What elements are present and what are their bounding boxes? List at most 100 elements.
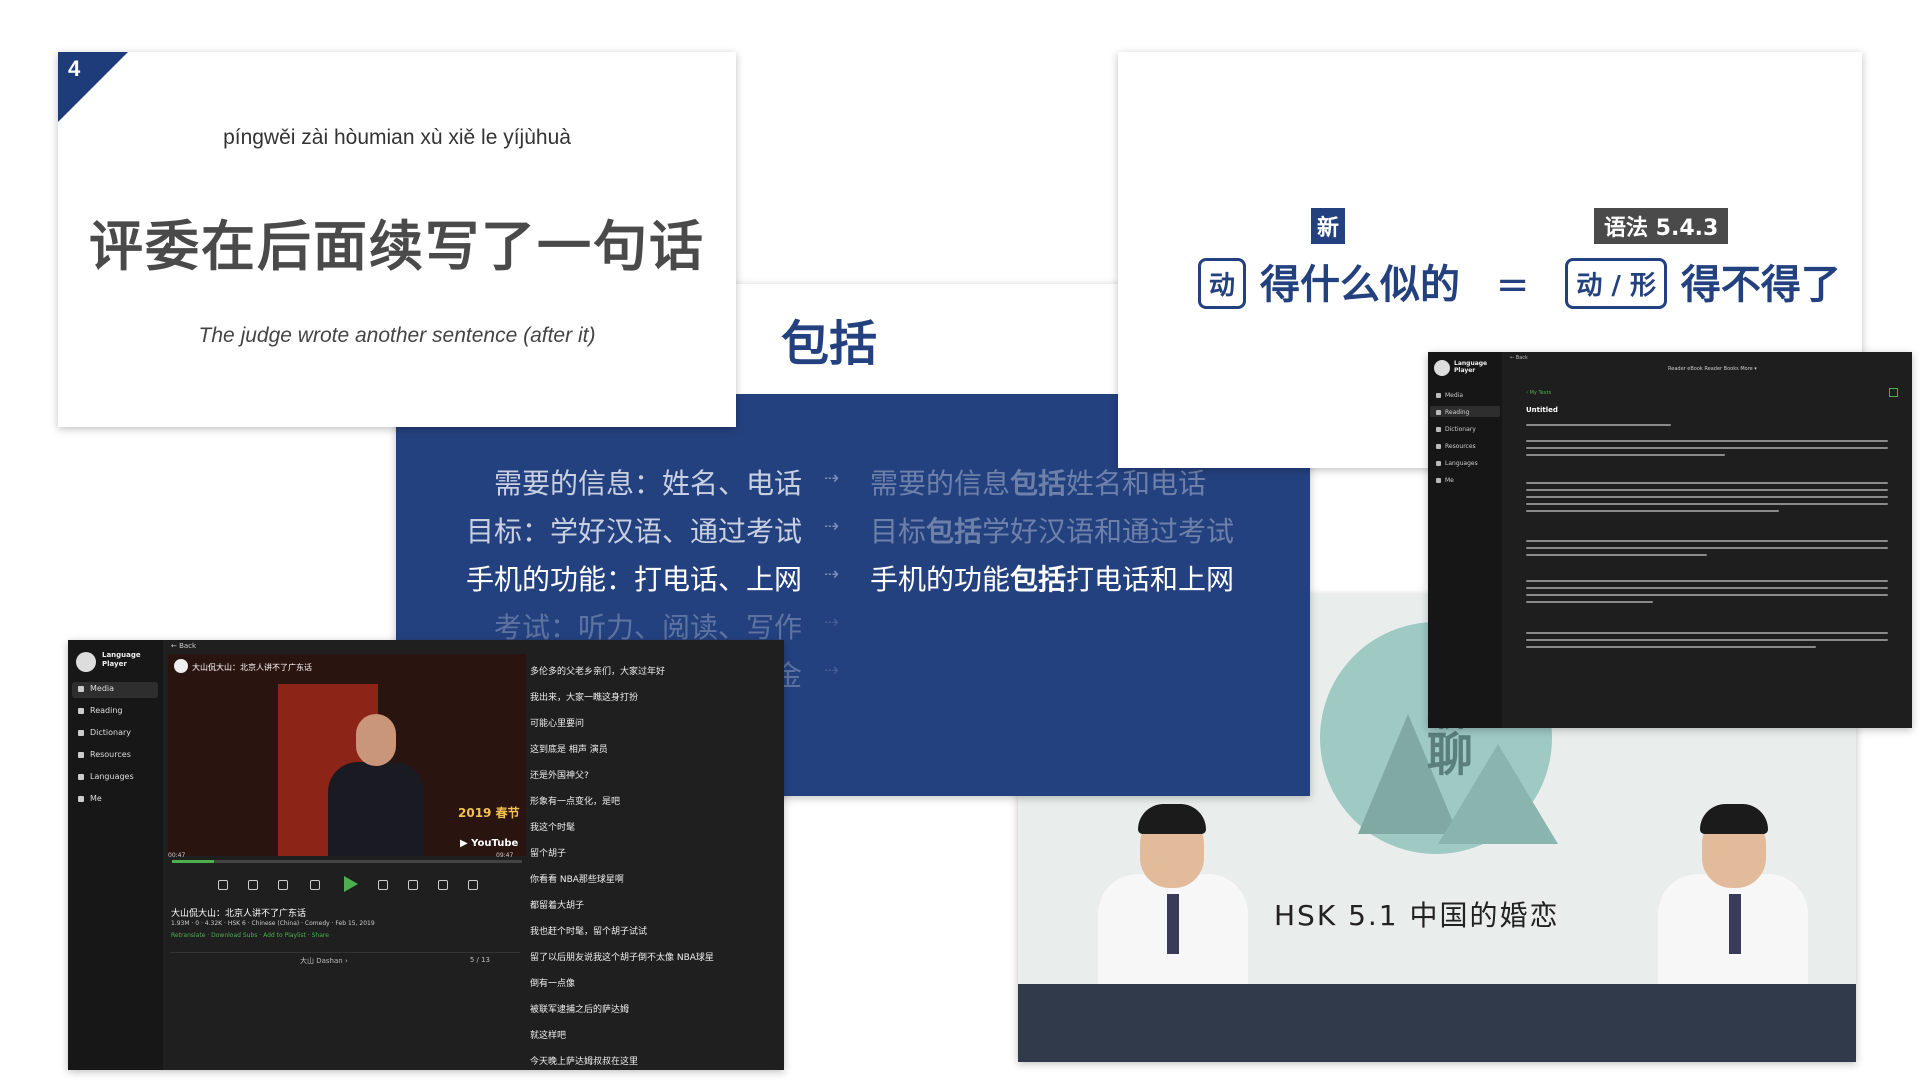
grammar-example-row: 手机的功能：打电话、上网 ⇢ 手机的功能包括打电话和上网 (396, 558, 1310, 598)
subtitle-text: 可能心里要问 (530, 719, 585, 729)
progress-bar[interactable] (172, 860, 522, 863)
grammar-example-row: 目标：学好汉语、通过考试 ⇢ 目标包括学好汉语和通过考试 (396, 510, 1310, 550)
subtitle-line[interactable]: 被联军逮捕之后的萨达姆 (530, 996, 780, 1022)
subtitle-line[interactable]: 今天晚上萨达姆叔叔在这里 (530, 1048, 780, 1070)
subtitle-text: 多伦多的父老乡亲们，大家过年好 (530, 667, 666, 677)
dotted-arrow-icon: ⇢ (824, 564, 840, 585)
sidebar-item-languages[interactable]: Languages (78, 772, 134, 781)
subtitle-line[interactable]: 我出来，大家一瞧这身打扮 (530, 684, 780, 710)
subtitle-line[interactable]: 留了以后朋友说我这个胡子倒不太像 NBA球星 (530, 944, 780, 970)
sidebar-item-resources[interactable]: Resources (78, 750, 131, 759)
performer-body (328, 762, 424, 856)
video-meta: 1.93M · 0 · 4.32K · HSK 6 · Chinese (Chi… (171, 920, 375, 927)
app-brand: Language Player (1454, 360, 1488, 374)
subtitle-line[interactable]: 倒有一点像 (530, 970, 780, 996)
subtitle-line[interactable]: 还是外国神父? (530, 762, 780, 788)
progress-fill (172, 860, 214, 863)
sidebar-item-me[interactable]: Me (1436, 477, 1454, 484)
sidebar-icon (78, 685, 84, 692)
subtitle-line[interactable]: 我也赶个时髦，留个胡子试试 (530, 918, 780, 944)
subtitle-line[interactable]: 留个胡子 (530, 840, 780, 866)
sidebar: Language Player Media Reading Dictionary Res… (68, 640, 163, 1070)
heart-icon[interactable] (248, 880, 258, 890)
sidebar-item-label: Languages (90, 772, 134, 781)
sidebar-item-languages[interactable]: Languages (1436, 460, 1478, 467)
subtitle-text: 留了以后朋友说我这个胡子倒不太像 NBA球星 (530, 953, 714, 963)
app-brand: Language Player (102, 651, 141, 668)
sidebar-item-label: Dictionary (1445, 426, 1476, 433)
result-suffix: 打电话和上网 (1066, 563, 1235, 596)
subtitle-line[interactable]: 多伦多的父老乡亲们，大家过年好 (530, 658, 780, 684)
sidebar-icon (1436, 410, 1441, 415)
document-title: Untitled (1526, 406, 1558, 414)
pinyin-ruby (530, 996, 780, 1002)
subtitle-text: 形象有一点变化，是吧 (530, 797, 621, 807)
total-time: 09:47 (496, 852, 514, 859)
subtitle-line[interactable]: 你看看 NBA那些球星啊 (530, 866, 780, 892)
loop-icon[interactable] (218, 880, 228, 890)
subtitle-line[interactable]: 这到底是 相声 演员 (530, 736, 780, 762)
previous-icon[interactable] (278, 880, 288, 890)
pinyin-ruby (530, 840, 780, 846)
pinyin-text: píngwěi zài hòumian xù xiě le yíjùhuà (223, 126, 571, 149)
gear-icon[interactable] (468, 880, 478, 890)
sidebar-icon (1436, 427, 1441, 432)
sidebar-item-media[interactable]: Media (78, 684, 114, 693)
fullscreen-icon[interactable] (438, 880, 448, 890)
example-result: 需要的信息包括姓名和电话 (870, 462, 1206, 502)
subtitle-line[interactable]: 都留着大胡子 (530, 892, 780, 918)
sidebar-item-resources[interactable]: Resources (1436, 443, 1476, 450)
result-prefix: 需要的信息 (870, 467, 1011, 500)
dotted-arrow-icon: ⇢ (824, 660, 840, 681)
text-paragraph (1526, 482, 1888, 517)
verb-adj-box: 动 / 形 (1565, 257, 1667, 309)
rewind-icon[interactable] (310, 880, 320, 890)
forward-icon[interactable] (378, 880, 388, 890)
text-paragraph (1526, 440, 1888, 461)
video-frame[interactable]: 大山侃大山：北京人讲不了广东话 2019 春节 ▶ YouTube (168, 654, 526, 856)
subtitle-line[interactable]: 我这个时髦 (530, 814, 780, 840)
back-link[interactable]: ← Back (171, 642, 196, 650)
sidebar-item-dictionary[interactable]: Dictionary (78, 728, 131, 737)
next-icon[interactable] (408, 880, 418, 890)
sidebar-item-label: Reading (90, 706, 123, 715)
subtitle-line[interactable]: 可能心里要问 (530, 710, 780, 736)
result-keyword: 包括 (1010, 467, 1067, 500)
sidebar-item-media[interactable]: Media (1436, 392, 1463, 399)
result-keyword: 包括 (926, 515, 983, 548)
video-actions[interactable]: Retranslate · Download Subs · Add to Pla… (171, 932, 329, 939)
my-texts-link[interactable]: ‹ My Texts (1526, 390, 1551, 396)
sidebar-item-reading[interactable]: Reading (1436, 409, 1469, 416)
sidebar-item-label: Media (1445, 392, 1464, 399)
sidebar-item-label: Me (90, 794, 102, 803)
edit-icon[interactable] (1889, 388, 1898, 397)
result-prefix: 手机的功能 (870, 563, 1011, 596)
pinyin-ruby (530, 762, 780, 768)
result-suffix: 姓名和电话 (1066, 467, 1207, 500)
playback-controls (218, 876, 488, 896)
subtitle-line[interactable]: 形象有一点变化，是吧 (530, 788, 780, 814)
sidebar-item-me[interactable]: Me (78, 794, 102, 803)
grammar-title: 包括 (781, 316, 878, 372)
pinyin-ruby (530, 658, 780, 664)
sidebar-icon (78, 773, 84, 780)
text-paragraph (1526, 424, 1888, 431)
sidebar-item-reading[interactable]: Reading (78, 706, 122, 715)
subtitle-text: 都留着大胡子 (530, 901, 585, 911)
back-link[interactable]: ← Back (1510, 355, 1528, 361)
new-badge: 新 (1311, 208, 1346, 244)
top-nav[interactable]: Reader eBook Reader Books More ▾ (1668, 366, 1757, 372)
channel-avatar[interactable] (174, 659, 188, 673)
pinyin-ruby (530, 892, 780, 898)
pinyin-ruby (530, 1022, 780, 1028)
dotted-arrow-icon: ⇢ (824, 612, 840, 633)
sidebar-item-dictionary[interactable]: Dictionary (1436, 426, 1476, 433)
card-number: 4 (68, 56, 81, 81)
sidebar-icon (1436, 393, 1441, 398)
subtitle-line[interactable]: 就这样吧 (530, 1022, 780, 1048)
result-suffix: 学好汉语和通过考试 (982, 515, 1235, 548)
playlist-title[interactable]: 大山 Dashan › (300, 956, 348, 966)
youtube-logo[interactable]: ▶ YouTube (460, 838, 518, 849)
play-icon[interactable] (344, 876, 358, 892)
sidebar: Language Player Media Reading Dictionary Res… (1428, 352, 1502, 728)
